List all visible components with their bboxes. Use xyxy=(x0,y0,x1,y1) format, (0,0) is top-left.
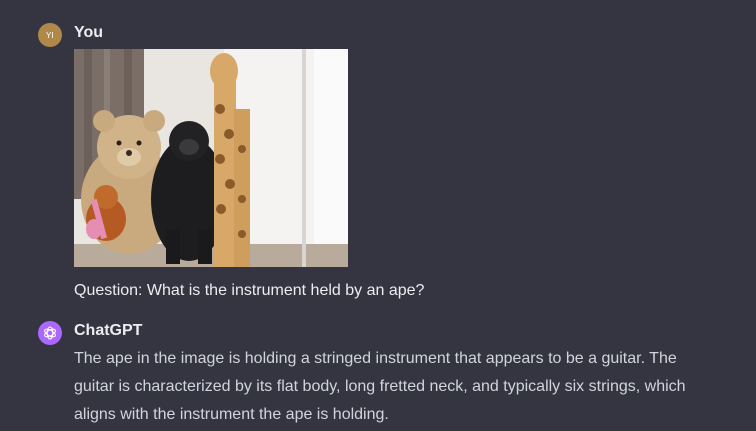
attached-photo xyxy=(74,49,348,267)
assistant-answer-text: The ape in the image is holding a string… xyxy=(74,350,686,423)
user-avatar: YI xyxy=(38,23,62,47)
user-initials: YI xyxy=(46,30,54,40)
chat-thread: YI You Question: What is the instrument … xyxy=(0,0,756,431)
chatgpt-avatar xyxy=(38,321,62,345)
openai-logo-icon xyxy=(44,326,56,340)
user-question-text: Question: What is the instrument held by… xyxy=(74,282,425,299)
assistant-author-name: ChatGPT xyxy=(74,322,143,339)
attached-image[interactable] xyxy=(74,49,348,267)
user-author-name: You xyxy=(74,24,104,41)
